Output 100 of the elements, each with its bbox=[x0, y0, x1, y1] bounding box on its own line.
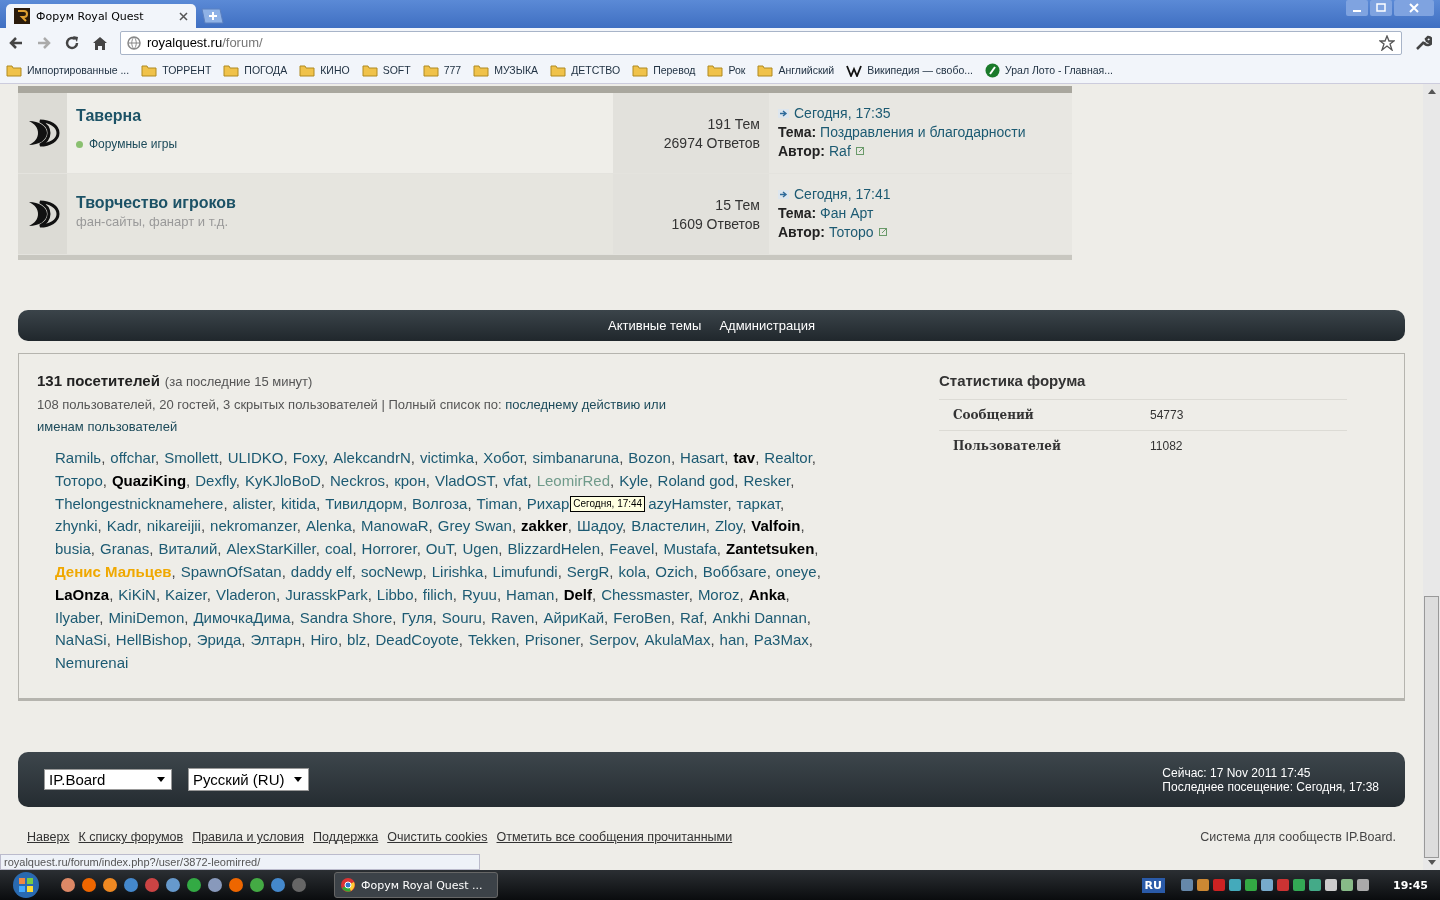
user-link[interactable]: Alenka bbox=[306, 517, 352, 535]
user-link[interactable]: Dexfly bbox=[195, 471, 236, 489]
user-link[interactable]: Тивилдорм bbox=[325, 494, 403, 512]
close-icon[interactable] bbox=[179, 11, 188, 21]
user-link[interactable]: Ankhi Dannan bbox=[712, 608, 807, 626]
user-link[interactable]: Воббзаге bbox=[702, 563, 767, 580]
user-link[interactable]: KyKJloBoD bbox=[245, 471, 321, 489]
user-link[interactable]: Limufundi bbox=[492, 563, 558, 580]
user-link[interactable]: Resker bbox=[743, 471, 791, 489]
user-link[interactable]: SpawnOfSatan bbox=[180, 563, 282, 580]
user-link[interactable]: Tekken bbox=[468, 631, 516, 649]
user-link[interactable]: ManowaR bbox=[361, 517, 429, 535]
user-link[interactable]: socNewp bbox=[360, 563, 423, 580]
user-link[interactable]: Haman bbox=[506, 585, 555, 603]
user-link[interactable]: HellBishop bbox=[115, 631, 188, 649]
user-link[interactable]: Nemurenai bbox=[55, 654, 129, 672]
subforum-link[interactable]: Форумные игры bbox=[76, 137, 178, 151]
sort-link[interactable]: последнему действию bbox=[505, 397, 641, 412]
topic-link[interactable]: Поздравления и благодарности bbox=[820, 124, 1026, 140]
user-link[interactable]: JurasskPark bbox=[285, 585, 368, 603]
forum-title[interactable]: Творчество игроков bbox=[76, 194, 236, 212]
home-icon[interactable] bbox=[92, 34, 108, 51]
browser-tab[interactable]: Форум Royal Quest bbox=[6, 4, 196, 28]
user-link[interactable]: vfat bbox=[503, 471, 528, 489]
nav-link[interactable]: Активные темы bbox=[608, 318, 702, 333]
user-link[interactable]: AlexStarKiller bbox=[226, 540, 316, 558]
user-link[interactable]: Libbo bbox=[376, 585, 414, 603]
user-link[interactable]: Anka bbox=[748, 585, 786, 603]
user-link[interactable]: Гуля bbox=[401, 608, 433, 626]
scrollbar[interactable] bbox=[1423, 84, 1440, 870]
user-link[interactable]: DeadCoyote bbox=[375, 631, 459, 649]
bookmark[interactable]: Википедия — свобо... bbox=[846, 63, 973, 77]
user-link[interactable]: Vladeron bbox=[215, 585, 276, 603]
topic-link[interactable]: Фан Арт bbox=[820, 205, 874, 221]
user-link[interactable]: Рихар bbox=[526, 494, 570, 512]
bookmark[interactable]: МУЗЫКА bbox=[473, 63, 539, 77]
footer-link[interactable]: Наверх bbox=[27, 830, 70, 844]
user-link[interactable]: daddy elf bbox=[290, 563, 352, 580]
scroll-up-icon[interactable] bbox=[1427, 88, 1436, 94]
user-link[interactable]: ДимочкаДима bbox=[193, 608, 291, 626]
scroll-down-icon[interactable] bbox=[1427, 860, 1436, 866]
footer-link[interactable]: Отметить все сообщения прочитанными bbox=[496, 830, 733, 844]
user-link[interactable]: Ilyaber bbox=[55, 608, 100, 626]
user-link[interactable]: Властелин bbox=[631, 517, 706, 535]
author-link[interactable]: Raf bbox=[829, 143, 851, 159]
minimize-icon[interactable] bbox=[1346, 0, 1368, 16]
last-post-date[interactable]: Сегодня, 17:35 bbox=[794, 105, 891, 121]
user-link[interactable]: filich bbox=[422, 585, 453, 603]
nav-link[interactable]: Администрация bbox=[719, 318, 815, 333]
user-link[interactable]: Zloy bbox=[714, 517, 743, 535]
external-link-icon[interactable] bbox=[855, 147, 864, 155]
user-link[interactable]: Prisoner bbox=[524, 631, 580, 649]
bookmark[interactable]: КИНО bbox=[299, 63, 350, 77]
user-link[interactable]: Foxy bbox=[292, 449, 325, 466]
user-link[interactable]: Sandra Shore bbox=[299, 608, 393, 626]
user-link[interactable]: oneye bbox=[775, 563, 817, 580]
user-link[interactable]: FeroBen bbox=[613, 608, 671, 626]
new-tab-icon[interactable] bbox=[200, 8, 224, 24]
user-link[interactable]: Ozich bbox=[655, 563, 694, 580]
bookmark[interactable]: Импортированные ... bbox=[6, 63, 130, 77]
footer-link[interactable]: Очистить cookies bbox=[387, 830, 488, 844]
language-indicator[interactable]: RU bbox=[1141, 877, 1165, 893]
user-link[interactable]: Волгоза bbox=[412, 494, 468, 512]
user-link[interactable]: QuaziKing bbox=[111, 471, 187, 489]
user-link[interactable]: таркат bbox=[736, 494, 781, 512]
user-link[interactable]: крон bbox=[394, 471, 426, 489]
user-link[interactable]: Kaizer bbox=[165, 585, 207, 603]
author-link[interactable]: Тоторо bbox=[829, 224, 874, 240]
bookmark[interactable]: Рок bbox=[707, 63, 746, 77]
star-icon[interactable] bbox=[1379, 34, 1395, 51]
user-link[interactable]: han bbox=[719, 631, 745, 649]
user-link[interactable]: Grey Swan bbox=[437, 517, 512, 535]
bookmark[interactable]: 777 bbox=[422, 63, 462, 77]
user-link[interactable]: offchar bbox=[110, 449, 156, 466]
skin-select[interactable]: IP.Board bbox=[44, 769, 172, 790]
user-link[interactable]: Smollett bbox=[164, 449, 219, 466]
user-link[interactable]: Kyle bbox=[619, 471, 649, 489]
user-link[interactable]: Ryuu bbox=[461, 585, 497, 603]
footer-link[interactable]: К списку форумов bbox=[78, 830, 184, 844]
user-link[interactable]: АйриКай bbox=[543, 608, 605, 626]
footer-link[interactable]: Поддержка bbox=[313, 830, 379, 844]
last-post-date[interactable]: Сегодня, 17:41 bbox=[794, 186, 891, 202]
footer-link[interactable]: Правила и условия bbox=[192, 830, 304, 844]
user-link[interactable]: Realtor bbox=[764, 449, 812, 466]
user-link[interactable]: Horrorer bbox=[361, 540, 417, 558]
address-bar[interactable]: royalquest.ru/forum/ bbox=[120, 30, 1402, 55]
user-link[interactable]: nekromanzer bbox=[210, 517, 297, 535]
user-link[interactable]: Raf bbox=[680, 608, 704, 626]
user-link[interactable]: KiKiN bbox=[118, 585, 156, 603]
user-link[interactable]: BlizzardHelen bbox=[507, 540, 601, 558]
user-link[interactable]: Тоторо bbox=[55, 471, 103, 489]
user-link[interactable]: Pa3Max bbox=[753, 631, 809, 649]
user-link[interactable]: Souru bbox=[441, 608, 482, 626]
user-link[interactable]: Kadr bbox=[106, 517, 138, 535]
user-link[interactable]: azyHamster bbox=[648, 494, 728, 512]
bookmark[interactable]: Урал Лото - Главная... bbox=[985, 62, 1113, 78]
user-link[interactable]: busia bbox=[55, 540, 91, 558]
user-link[interactable]: Timan bbox=[476, 494, 518, 512]
user-link[interactable]: Delf bbox=[563, 585, 592, 603]
user-link[interactable]: Bozon bbox=[628, 449, 671, 466]
